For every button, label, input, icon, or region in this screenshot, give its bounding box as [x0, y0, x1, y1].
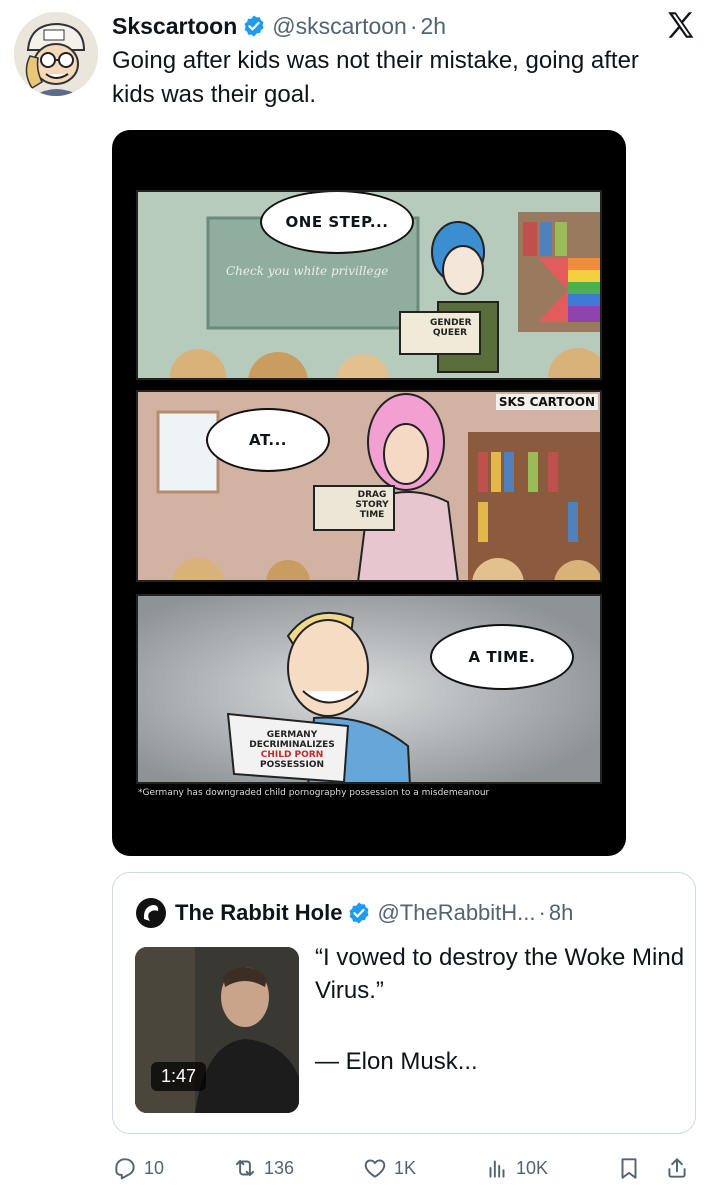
- quoted-timestamp: 8h: [548, 900, 574, 925]
- book-line: STORY: [355, 500, 389, 510]
- speech-bubble-3: A TIME.: [430, 624, 574, 690]
- reply-button[interactable]: 10: [112, 1155, 164, 1181]
- library-scene: [138, 392, 600, 580]
- book-line: QUEER: [432, 328, 468, 338]
- separator-dot: ·: [538, 900, 546, 925]
- share-icon[interactable]: [664, 1155, 690, 1181]
- book-line: GENDER: [430, 318, 472, 328]
- video-duration: 1:47: [151, 1062, 207, 1091]
- x-logo-icon: [668, 12, 694, 38]
- like-button[interactable]: 1K: [362, 1155, 416, 1181]
- separator-dot: ·: [409, 12, 418, 39]
- newspaper-headline: GERMANY DECRIMINALIZES CHILD PORN POSSES…: [248, 730, 336, 770]
- quoted-author-name: The Rabbit Hole: [175, 900, 343, 925]
- sks-cartoon-watermark: SKS CARTOON: [495, 394, 598, 410]
- comic-panel-1: Check you white privillege ONE STEP... G…: [136, 190, 602, 380]
- headline-line: GERMANY: [266, 730, 318, 740]
- share-group: [616, 1155, 696, 1181]
- like-count: 1K: [393, 1157, 417, 1178]
- comic-panel-3: A TIME. GERMANY DECRIMINALIZES CHILD POR…: [136, 594, 602, 784]
- headline-line: CHILD PORN: [260, 750, 324, 760]
- view-count: 10K: [515, 1157, 548, 1178]
- quoted-tweet-header: The Rabbit Hole @TheRabbitH... · 8h: [135, 897, 573, 929]
- chalkboard-text: Check you white privillege: [226, 264, 389, 278]
- quoted-tweet-card[interactable]: The Rabbit Hole @TheRabbitH... · 8h 1:47…: [112, 872, 696, 1134]
- reply-icon: [115, 1158, 135, 1180]
- tweet-timestamp[interactable]: 2h: [421, 13, 447, 40]
- repost-icon: [235, 1159, 255, 1177]
- comic-panel-2: SKS CARTOON AT... DRAG STORY TIME: [136, 390, 602, 582]
- author-name[interactable]: Skscartoon: [112, 13, 237, 40]
- book-title-gender-queer: GENDER QUEER: [430, 318, 472, 338]
- headline-line: POSSESSION: [259, 760, 325, 770]
- quoted-text-line: — Elon Musk...: [315, 1048, 478, 1075]
- man-reading-newspaper-scene: [138, 596, 600, 782]
- author-handle[interactable]: @skscartoon: [272, 13, 407, 40]
- repost-count: 136: [263, 1157, 295, 1178]
- views-chart-icon: [489, 1160, 505, 1178]
- tweet-action-bar: 10 136 1K 10K: [112, 1150, 696, 1186]
- quoted-video-thumbnail[interactable]: 1:47: [135, 947, 299, 1113]
- headline-line: DECRIMINALIZES: [249, 740, 335, 750]
- quoted-text-line: “I vowed to destroy the Woke Mind Virus.…: [315, 944, 685, 1004]
- verified-badge-icon: [244, 15, 264, 37]
- tweet-text: Going after kids was not their mistake, …: [112, 47, 639, 108]
- book-line: TIME: [359, 510, 385, 520]
- repost-button[interactable]: 136: [232, 1155, 294, 1181]
- verified-badge-icon: [349, 902, 370, 924]
- comic-footnote: *Germany has downgraded child pornograph…: [138, 788, 490, 798]
- speech-bubble-2: AT...: [206, 408, 330, 472]
- views-button[interactable]: 10K: [484, 1155, 548, 1181]
- book-line: DRAG: [357, 490, 387, 500]
- tweet-media-image[interactable]: Check you white privillege ONE STEP... G…: [112, 130, 626, 856]
- tweet-header: Skscartoon @skscartoon · 2h: [112, 8, 702, 44]
- cartoon-avatar-image: [14, 12, 98, 96]
- book-title-drag-story-time: DRAG STORY TIME: [352, 490, 392, 520]
- rabbit-hole-avatar-icon: [136, 898, 166, 928]
- reply-count: 10: [144, 1157, 165, 1178]
- bookmark-icon[interactable]: [616, 1155, 642, 1181]
- speech-bubble-1: ONE STEP...: [260, 192, 414, 254]
- author-avatar[interactable]: [14, 12, 98, 96]
- quoted-handle: @TheRabbitH...: [377, 900, 536, 925]
- quoted-tweet-text: “I vowed to destroy the Woke Mind Virus.…: [315, 941, 685, 1078]
- heart-icon: [364, 1159, 386, 1178]
